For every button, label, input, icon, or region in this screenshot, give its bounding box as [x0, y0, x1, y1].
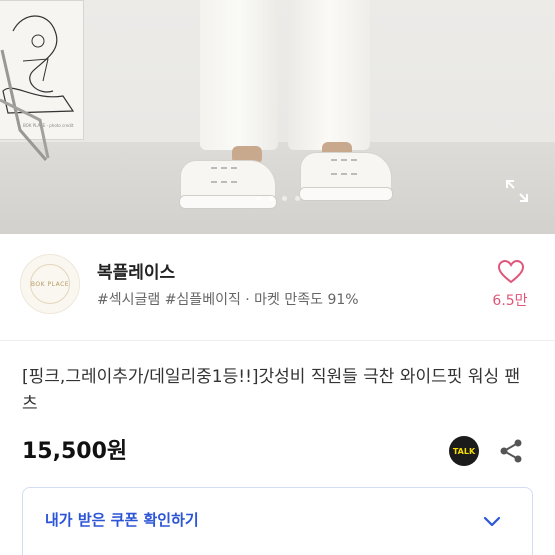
carousel-dot[interactable]	[294, 196, 300, 201]
coupon-label: 내가 받은 쿠폰 확인하기	[45, 511, 199, 529]
seller-logo-text: BOK PLACE	[30, 280, 70, 288]
sneaker-right	[299, 152, 393, 201]
coupon-check-button[interactable]: 내가 받은 쿠폰 확인하기	[22, 487, 533, 555]
heart-icon[interactable]	[498, 260, 524, 284]
product-image-carousel[interactable]: BOK PLACE · photo credit	[0, 0, 555, 234]
like-count: 6.5만	[492, 293, 528, 309]
share-icon[interactable]	[498, 438, 524, 464]
pants-right-leg	[288, 0, 370, 150]
seller-name[interactable]: 복플레이스	[97, 258, 175, 283]
floor-backdrop	[0, 142, 555, 234]
section-divider	[0, 340, 555, 341]
chevron-down-icon	[483, 516, 501, 527]
talk-label: TALK	[452, 446, 476, 456]
pants-left-leg	[200, 0, 278, 150]
seller-tags: #섹시글램 #심플베이직 · 마켓 만족도 91%	[97, 292, 359, 308]
product-price: 15,500원	[22, 439, 128, 464]
kakao-talk-icon[interactable]: TALK	[449, 436, 479, 466]
carousel-dot[interactable]	[281, 196, 287, 201]
carousel-dot[interactable]	[255, 196, 261, 201]
expand-icon[interactable]	[504, 178, 530, 204]
chair	[0, 49, 50, 161]
carousel-dot-active[interactable]	[268, 196, 274, 201]
product-title: [핑크,그레이추가/데일리중1등!!]갓성비 직원들 극찬 와이드핏 워싱 팬츠	[22, 367, 521, 414]
seller-logo[interactable]: BOK PLACE	[20, 254, 80, 314]
carousel-indicator	[0, 196, 555, 201]
